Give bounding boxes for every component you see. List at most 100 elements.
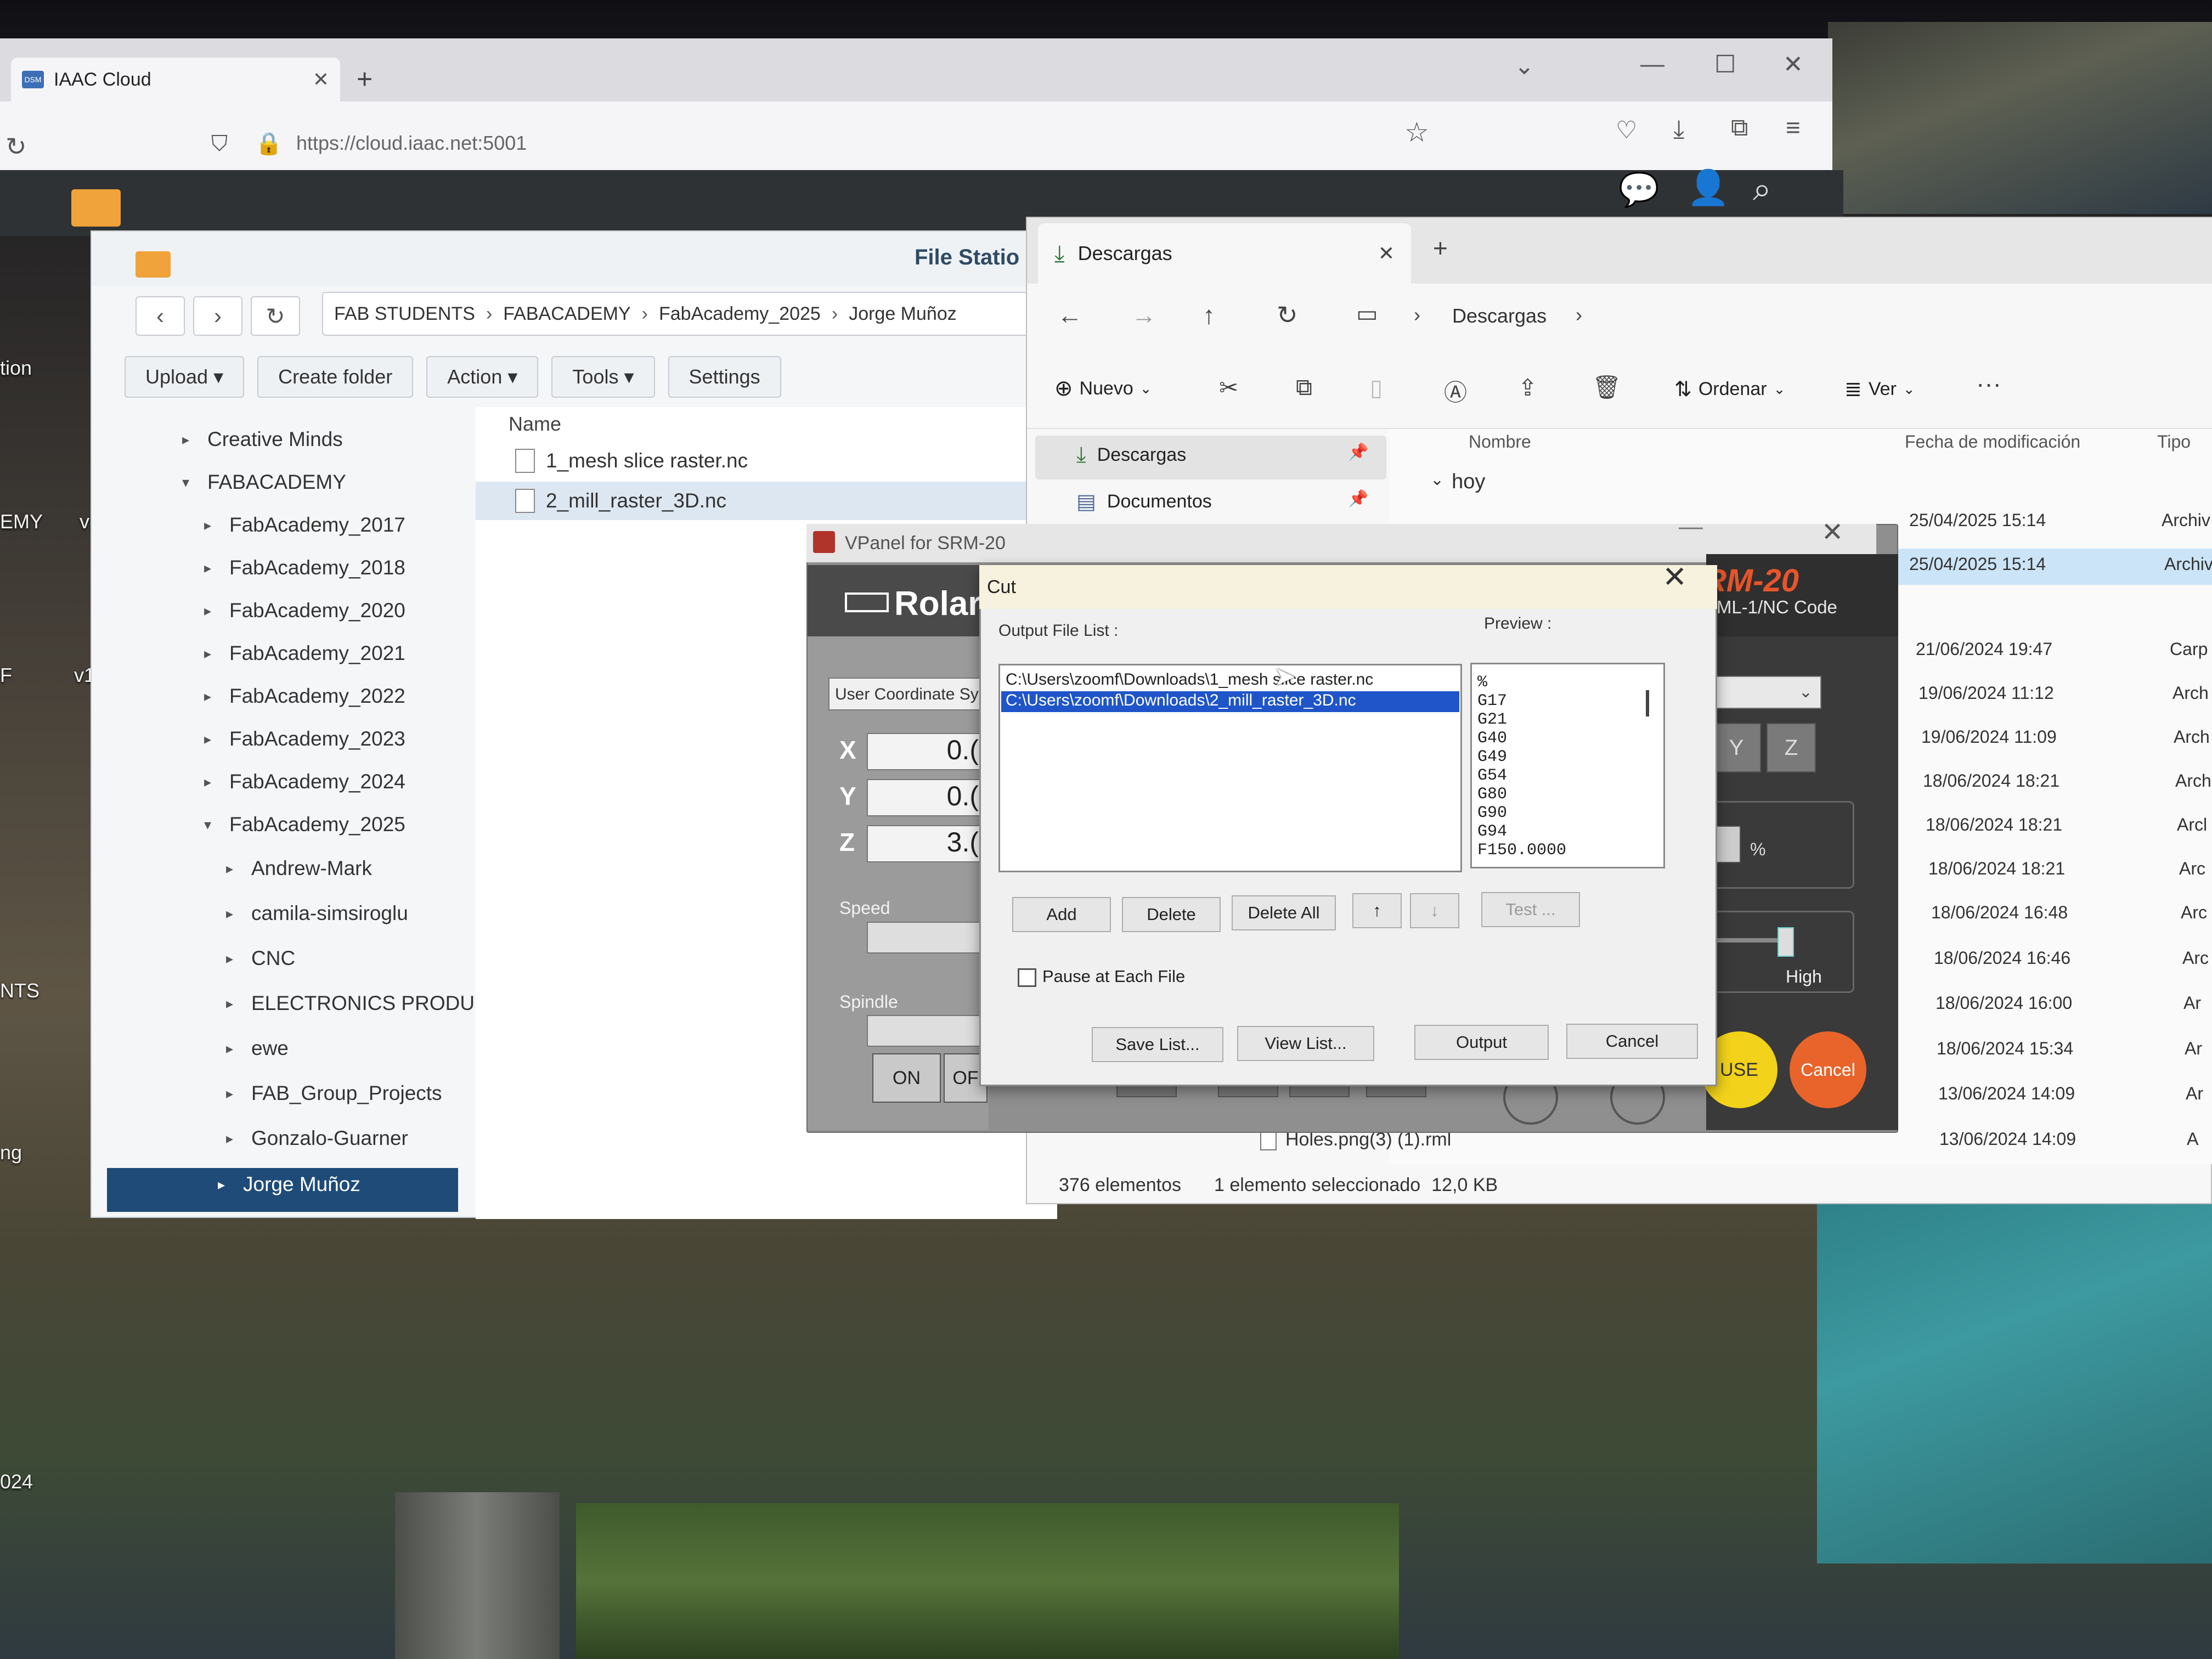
- forward-arrow-icon[interactable]: →: [1131, 300, 1156, 330]
- spindle-on-button[interactable]: ON: [872, 1053, 941, 1103]
- nav-item-documentos[interactable]: ▤ Documentos: [1076, 489, 1212, 514]
- tree-item[interactable]: ▸ FabAcademy_2020: [204, 599, 405, 622]
- caret-right-icon[interactable]: ▸: [204, 774, 217, 791]
- monitor-icon[interactable]: ▭: [1356, 300, 1378, 327]
- caret-right-icon[interactable]: ▸: [204, 645, 217, 662]
- settings-button[interactable]: Settings: [668, 356, 781, 398]
- coordinate-system-select[interactable]: User Coordinate Sy: [828, 678, 988, 710]
- tree-item[interactable]: ▸ FabAcademy_2017: [204, 514, 405, 537]
- tree-item[interactable]: ▸ FabAcademy_2021: [204, 642, 405, 665]
- action-button[interactable]: Action ▾: [426, 356, 539, 398]
- shield-icon[interactable]: ⛉: [211, 132, 228, 156]
- desktop-icon-label[interactable]: NTS: [0, 979, 40, 1002]
- address-segment[interactable]: Descargas: [1452, 304, 1547, 328]
- caret-right-icon[interactable]: ▸: [226, 860, 239, 877]
- add-button[interactable]: Add: [1012, 897, 1111, 932]
- tree-item[interactable]: ▸ CNC: [226, 947, 295, 970]
- up-arrow-icon[interactable]: ↑: [1203, 300, 1215, 330]
- breadcrumb-item[interactable]: Jorge Muñoz: [849, 303, 957, 325]
- output-file-item[interactable]: C:\Users\zoomf\Downloads\1_mesh slice ra…: [1001, 670, 1459, 691]
- spindle-speed-thumb[interactable]: [1778, 927, 1794, 957]
- caret-right-icon[interactable]: ▸: [182, 431, 195, 448]
- back-button[interactable]: ‹: [136, 296, 185, 336]
- tree-item[interactable]: ▸ camila-simsiroglu: [226, 902, 408, 925]
- tree-item[interactable]: ▸ Creative Minds: [182, 428, 343, 451]
- sort-button[interactable]: ⇅ Ordenar ⌄: [1674, 377, 1785, 402]
- pin-icon[interactable]: 📌: [1348, 443, 1368, 462]
- new-tab-button[interactable]: +: [1433, 233, 1448, 263]
- trash-icon[interactable]: 🗑: [1592, 374, 1621, 401]
- caret-down-icon[interactable]: ▾: [204, 816, 217, 833]
- move-up-button[interactable]: ↑: [1352, 893, 1402, 928]
- tree-item[interactable]: ▸ FAB_Group_Projects: [226, 1082, 442, 1105]
- caret-right-icon[interactable]: ▸: [218, 1176, 231, 1193]
- view-list-button[interactable]: View List...: [1237, 1026, 1374, 1061]
- axis-y-button[interactable]: Y: [1712, 723, 1761, 772]
- tree-item[interactable]: ▸ FabAcademy_2018: [204, 556, 405, 579]
- caret-down-icon[interactable]: ▾: [182, 474, 195, 491]
- tree-item[interactable]: ▸ Andrew-Mark: [226, 857, 372, 880]
- refresh-button[interactable]: ↻: [251, 296, 300, 336]
- back-arrow-icon[interactable]: ←: [1057, 300, 1082, 330]
- delete-all-button[interactable]: Delete All: [1232, 895, 1336, 930]
- close-icon[interactable]: ✕: [1378, 242, 1395, 265]
- preview-scrollbar[interactable]: [1646, 690, 1649, 716]
- file-station-app-icon[interactable]: [71, 189, 121, 227]
- rename-icon[interactable]: Ⓐ: [1444, 374, 1467, 408]
- column-header-date[interactable]: Fecha de modificación: [1905, 432, 2080, 452]
- tools-button[interactable]: Tools ▾: [551, 356, 655, 398]
- speed-slider[interactable]: [867, 922, 988, 953]
- close-window-icon[interactable]: ✕: [1783, 50, 1803, 78]
- desktop-icon-label[interactable]: F: [0, 664, 12, 687]
- nav-item-descargas[interactable]: ⤓ Descargas: [1076, 443, 1186, 467]
- chevron-down-icon[interactable]: ⌄: [1514, 52, 1534, 80]
- extensions-icon[interactable]: ⧉: [1731, 114, 1748, 142]
- tree-item[interactable]: ▸ Gonzalo-Guarner: [226, 1127, 408, 1150]
- column-header-type[interactable]: Tipo: [2157, 432, 2191, 452]
- pause-each-file-checkbox[interactable]: [1018, 968, 1036, 987]
- refresh-icon[interactable]: ↻: [1277, 300, 1298, 330]
- tree-item-selected[interactable]: ▸ Jorge Muñoz: [218, 1173, 360, 1196]
- speed-stepper[interactable]: [1714, 826, 1741, 863]
- cut-icon[interactable]: ✂: [1219, 374, 1238, 401]
- minimize-icon[interactable]: —: [1640, 50, 1664, 78]
- new-tab-button[interactable]: +: [357, 63, 373, 95]
- tree-item[interactable]: ▾ FabAcademy_2025: [204, 813, 405, 836]
- url-text[interactable]: https://cloud.iaac.net:5001: [296, 132, 527, 155]
- caret-right-icon[interactable]: ▸: [226, 995, 239, 1012]
- tree-item[interactable]: ▸ ewe: [226, 1037, 289, 1060]
- close-window-icon[interactable]: ✕: [1821, 517, 1843, 548]
- cancel-job-button[interactable]: Cancel: [1790, 1031, 1866, 1108]
- upload-button[interactable]: Upload ▾: [125, 356, 245, 398]
- cancel-button[interactable]: Cancel: [1566, 1024, 1698, 1059]
- desktop-icon-label[interactable]: tion: [0, 357, 32, 380]
- vpanel-select[interactable]: ⌄: [1712, 676, 1821, 709]
- minimize-icon[interactable]: —: [1679, 513, 1703, 540]
- download-icon[interactable]: ⤓: [1673, 114, 1684, 145]
- caret-right-icon[interactable]: ▸: [226, 1085, 239, 1102]
- view-button[interactable]: ≣ Ver ⌄: [1844, 377, 1915, 402]
- maximize-icon[interactable]: ☐: [1714, 50, 1736, 78]
- caret-right-icon[interactable]: ▸: [204, 560, 217, 577]
- breadcrumb-item[interactable]: FABACADEMY: [503, 303, 630, 325]
- chat-icon[interactable]: 💬: [1618, 170, 1660, 209]
- browser-tab[interactable]: DSM IAAC Cloud ✕: [11, 58, 340, 101]
- more-options-button[interactable]: ···: [1976, 369, 2001, 398]
- gcode-preview[interactable]: % G17 G21 G40 G49 G54 G80 G90 G94 F150.0…: [1470, 663, 1665, 868]
- tree-item[interactable]: ▸ FabAcademy_2024: [204, 770, 405, 793]
- create-folder-button[interactable]: Create folder: [257, 356, 414, 398]
- explorer-tab[interactable]: ⤓ Descargas ✕: [1038, 223, 1411, 284]
- desktop-icon-label[interactable]: EMY: [0, 510, 43, 533]
- tree-item[interactable]: ▸ FabAcademy_2022: [204, 685, 405, 708]
- file-row-selected[interactable]: 2_mill_raster_3D.nc: [476, 482, 1057, 520]
- tree-item[interactable]: ▸ ELECTRONICS PRODU: [226, 992, 475, 1015]
- caret-right-icon[interactable]: ▸: [204, 602, 217, 619]
- output-file-item-selected[interactable]: C:\Users\zoomf\Downloads\2_mill_raster_3…: [1001, 691, 1459, 712]
- tree-item[interactable]: ▸ FabAcademy_2023: [204, 727, 405, 751]
- new-button[interactable]: ⊕ Nuevo ⌄: [1054, 376, 1152, 401]
- caret-right-icon[interactable]: ▸: [204, 688, 217, 705]
- caret-right-icon[interactable]: ▸: [226, 950, 239, 967]
- move-down-button[interactable]: ↓: [1410, 893, 1459, 928]
- column-header-name[interactable]: Name: [509, 413, 561, 436]
- reload-icon[interactable]: ↻: [5, 132, 27, 161]
